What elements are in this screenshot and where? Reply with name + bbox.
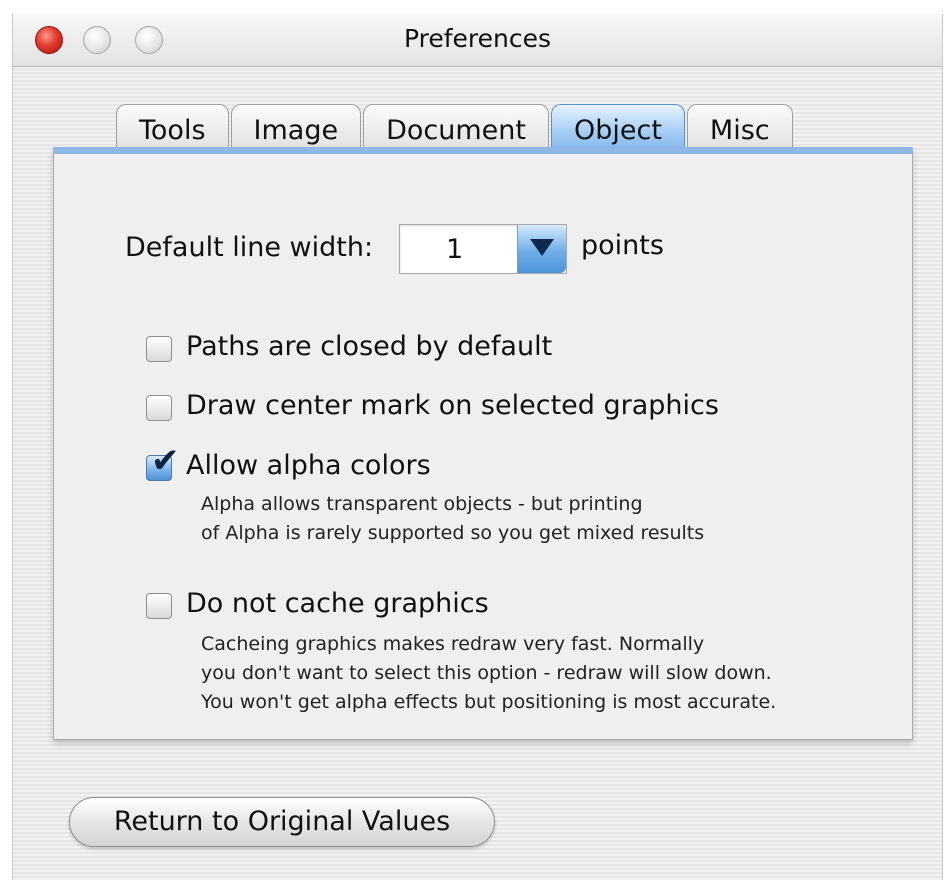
paths-closed-label[interactable]: Paths are closed by default: [186, 331, 552, 362]
no-cache-hint-line-1: Cacheing graphics makes redraw very fast…: [201, 633, 705, 655]
paths-closed-checkbox[interactable]: [146, 336, 172, 362]
return-to-original-values-button[interactable]: Return to Original Values: [69, 797, 495, 847]
default-line-width-label: Default line width:: [125, 232, 374, 263]
line-width-value[interactable]: 1: [446, 234, 463, 265]
object-settings-panel: Default line width: 1 points Paths are c…: [53, 147, 913, 740]
alpha-colors-label[interactable]: Allow alpha colors: [186, 450, 431, 481]
alpha-colors-hint-line-1: Alpha allows transparent objects - but p…: [201, 493, 643, 515]
title-bar: Preferences: [13, 14, 942, 67]
preferences-window: Preferences Tools Image Document Object …: [12, 14, 943, 880]
checkmark-icon: ✔: [151, 441, 180, 481]
center-mark-checkbox[interactable]: [146, 395, 172, 421]
center-mark-label[interactable]: Draw center mark on selected graphics: [186, 390, 719, 421]
no-cache-label[interactable]: Do not cache graphics: [186, 588, 489, 619]
no-cache-hint-line-3: You won't get alpha effects but position…: [201, 691, 777, 713]
line-width-combo-box[interactable]: 1: [399, 224, 567, 274]
alpha-colors-hint-line-2: of Alpha is rarely supported so you get …: [201, 522, 705, 544]
alpha-colors-checkbox[interactable]: ✔: [146, 444, 180, 481]
no-cache-hint-line-2: you don't want to select this option - r…: [201, 662, 772, 684]
no-cache-checkbox[interactable]: [146, 593, 172, 619]
line-width-dropdown-button[interactable]: [517, 225, 566, 273]
line-width-unit-label: points: [581, 230, 664, 261]
chevron-down-icon: [530, 239, 554, 256]
window-title: Preferences: [403, 24, 552, 53]
